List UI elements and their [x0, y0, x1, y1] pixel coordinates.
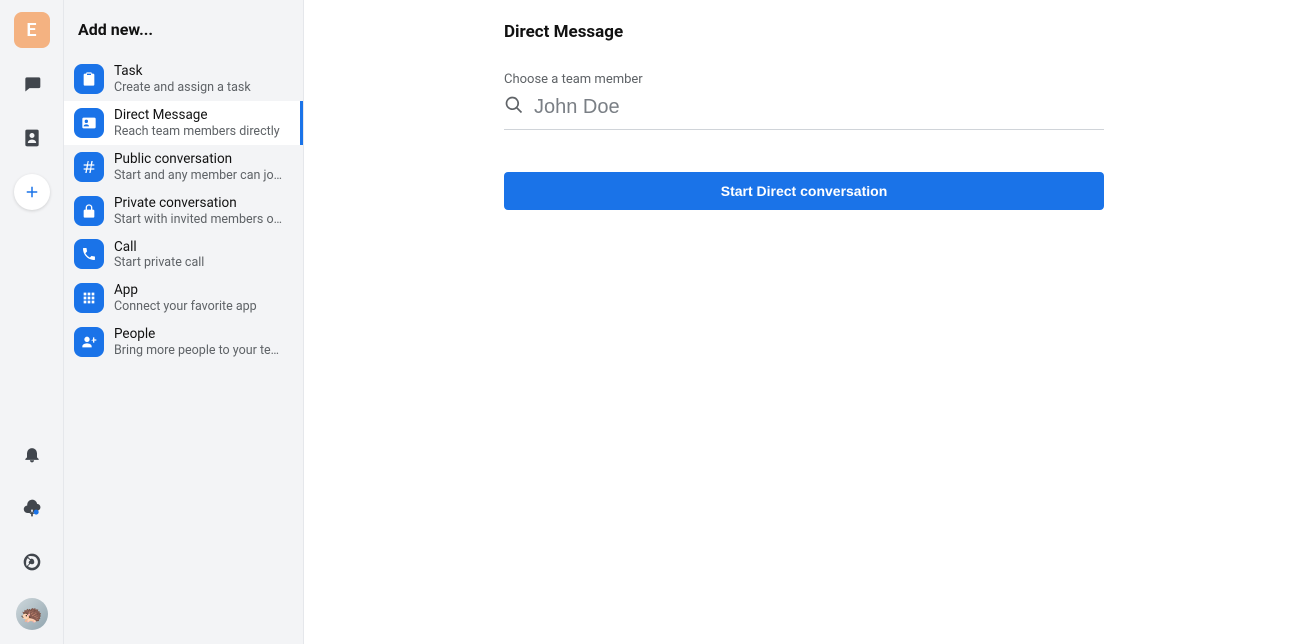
list-item-subtitle: Bring more people to your te… [114, 343, 279, 358]
lock-icon [74, 196, 104, 226]
add-item-people[interactable]: PeopleBring more people to your te… [64, 320, 303, 364]
list-item-subtitle: Reach team members directly [114, 124, 280, 139]
list-item-title: Public conversation [114, 151, 282, 168]
add-item-direct-message[interactable]: Direct MessageReach team members directl… [64, 101, 303, 145]
add-item-call[interactable]: CallStart private call [64, 233, 303, 277]
list-item-subtitle: Start with invited members o… [114, 212, 282, 227]
member-search-input[interactable] [534, 96, 1104, 119]
hash-icon [74, 152, 104, 182]
bell-icon[interactable] [14, 436, 50, 472]
workspace-initial: E [26, 20, 36, 41]
panel-title: Add new... [64, 0, 303, 53]
start-direct-conversation-button[interactable]: Start Direct conversation [504, 172, 1104, 210]
list-item-subtitle: Connect your favorite app [114, 299, 257, 314]
person-add-icon [74, 327, 104, 357]
add-item-private-conversation[interactable]: Private conversationStart with invited m… [64, 189, 303, 233]
id-card-icon [74, 108, 104, 138]
field-label: Choose a team member [504, 72, 1104, 87]
list-item-title: Direct Message [114, 107, 280, 124]
add-item-task[interactable]: TaskCreate and assign a task [64, 57, 303, 101]
clipboard-icon [74, 64, 104, 94]
add-item-app[interactable]: AppConnect your favorite app [64, 276, 303, 320]
cloud-download-icon[interactable] [14, 490, 50, 526]
help-icon[interactable] [14, 544, 50, 580]
list-item-title: App [114, 282, 257, 299]
page-title: Direct Message [504, 22, 1104, 42]
list-item-title: Private conversation [114, 195, 282, 212]
chat-icon[interactable] [14, 66, 50, 102]
list-item-title: Call [114, 239, 204, 256]
grid-icon [74, 283, 104, 313]
main-content: Direct Message Choose a team member Star… [304, 0, 1300, 644]
add-item-public-conversation[interactable]: Public conversationStart and any member … [64, 145, 303, 189]
search-icon [504, 95, 524, 119]
list-item-title: Task [114, 63, 251, 80]
add-button[interactable] [14, 174, 50, 210]
nav-rail: E 🦔 [0, 0, 64, 644]
list-item-subtitle: Start and any member can jo… [114, 168, 282, 183]
workspace-avatar[interactable]: E [14, 12, 50, 48]
list-item-title: People [114, 326, 279, 343]
add-new-panel: Add new... TaskCreate and assign a taskD… [64, 0, 304, 644]
add-new-list: TaskCreate and assign a taskDirect Messa… [64, 53, 303, 364]
list-item-subtitle: Start private call [114, 255, 204, 270]
contacts-icon[interactable] [14, 120, 50, 156]
user-avatar[interactable]: 🦔 [16, 598, 48, 630]
phone-icon [74, 239, 104, 269]
list-item-subtitle: Create and assign a task [114, 80, 251, 95]
member-search-row [504, 93, 1104, 130]
